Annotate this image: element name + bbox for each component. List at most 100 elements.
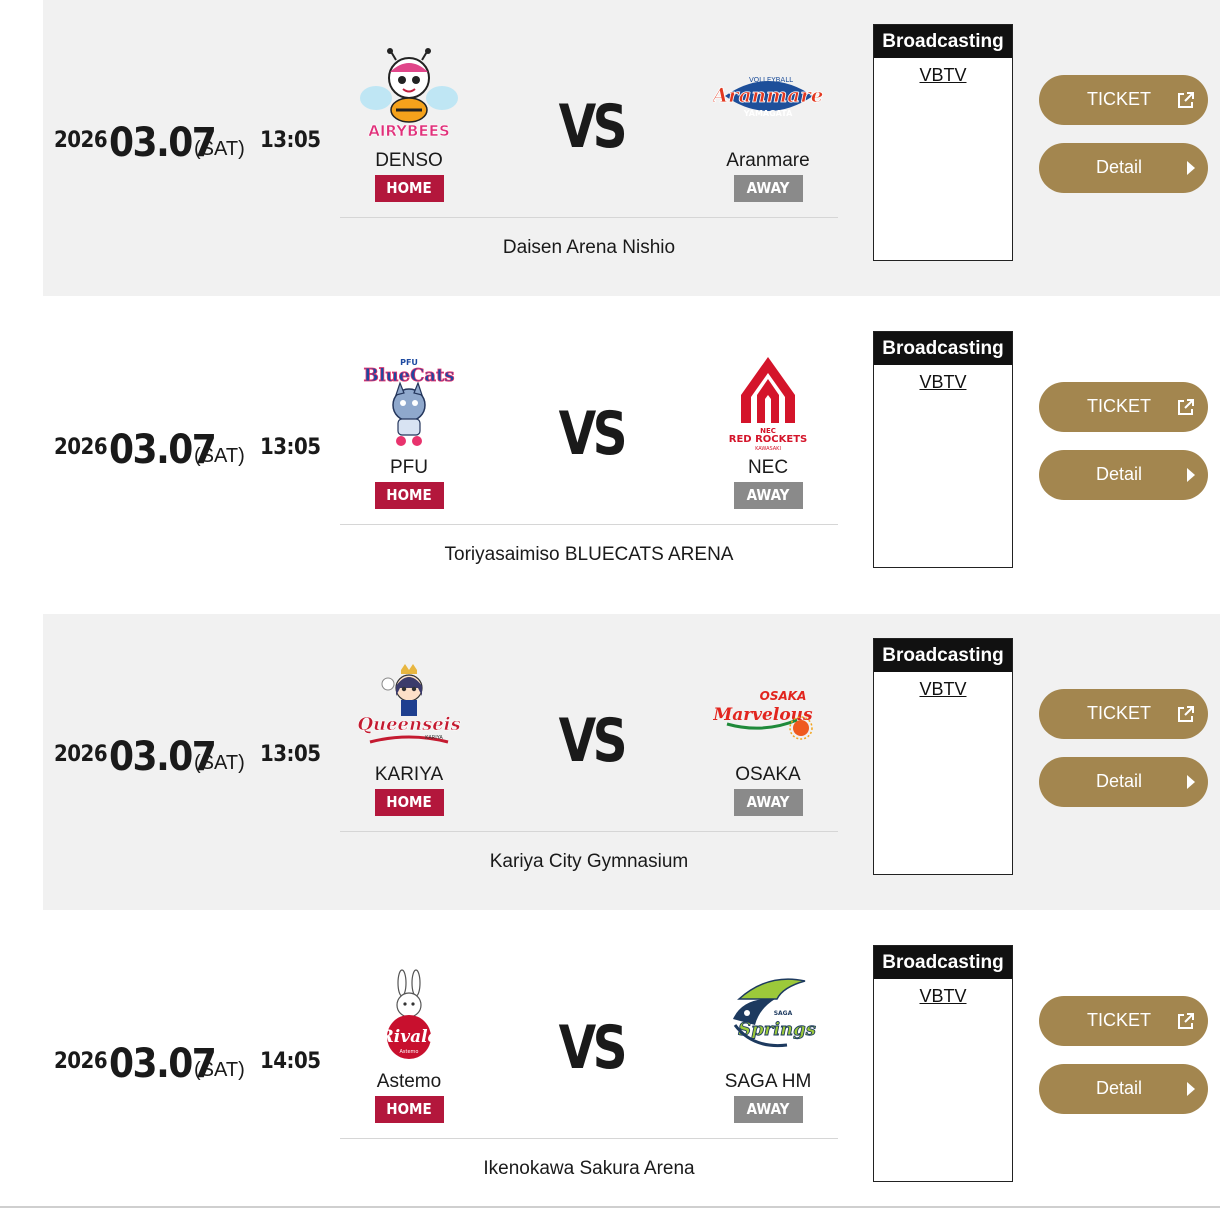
- ticket-button-label: TICKET: [1086, 396, 1151, 416]
- broadcast-heading: Broadcasting: [874, 332, 1012, 365]
- home-team-name: DENSO: [375, 150, 443, 171]
- match-time: 14:05: [260, 1049, 321, 1074]
- divider: [340, 217, 838, 218]
- detail-button-label: Detail: [1095, 1078, 1143, 1098]
- away-badge: AWAY: [733, 789, 803, 816]
- svg-text:Aranmare: Aranmare: [713, 83, 823, 107]
- away-team-name: Aranmare: [726, 150, 810, 171]
- svg-text:BlueCats: BlueCats: [363, 365, 454, 386]
- rivale-logo-icon: Rivale Astemo: [379, 969, 439, 1059]
- play-arrow-icon: [1187, 468, 1195, 482]
- vs-label: VS: [558, 706, 628, 776]
- detail-button[interactable]: Detail: [1039, 450, 1208, 500]
- broadcast-link-vbtv[interactable]: VBTV: [874, 986, 1012, 1007]
- broadcast-link-vbtv[interactable]: VBTV: [874, 679, 1012, 700]
- svg-text:SAGA: SAGA: [774, 1010, 793, 1017]
- match-time: 13:05: [260, 435, 321, 460]
- divider: [340, 1138, 838, 1139]
- svg-text:KARIYA: KARIYA: [425, 735, 443, 741]
- home-team-name: PFU: [390, 457, 428, 478]
- ticket-button[interactable]: TICKET: [1039, 689, 1208, 739]
- match-year: 2026: [54, 742, 108, 767]
- svg-text:RED ROCKETS: RED ROCKETS: [729, 434, 807, 445]
- home-team[interactable]: Queenseis KARIYA KARIYA HOME: [329, 662, 489, 816]
- red-rockets-logo-icon: NEC RED ROCKETS KAWASAKI: [729, 357, 807, 452]
- external-link-icon: [1178, 399, 1194, 415]
- match-year: 2026: [54, 1049, 108, 1074]
- home-badge: HOME: [374, 175, 444, 202]
- airybees-logo-icon: AIRYBEES: [360, 48, 458, 140]
- svg-text:Rivale: Rivale: [379, 1027, 439, 1047]
- away-team-name: OSAKA: [735, 764, 801, 785]
- match-card: 2026 03.07 (SAT) 13:05 Queenseis KARIYA …: [43, 614, 1220, 910]
- ticket-button[interactable]: TICKET: [1039, 382, 1208, 432]
- marvelous-logo-icon: OSAKA Marvelous: [713, 689, 813, 740]
- broadcast-heading: Broadcasting: [874, 639, 1012, 672]
- venue-name: Kariya City Gymnasium: [489, 851, 689, 872]
- ticket-button[interactable]: TICKET: [1039, 75, 1208, 125]
- home-team-name: KARIYA: [374, 764, 444, 785]
- home-badge: HOME: [374, 482, 444, 509]
- detail-button[interactable]: Detail: [1039, 1064, 1208, 1114]
- match-weekday: (SAT): [194, 1059, 245, 1081]
- match-weekday: (SAT): [194, 445, 245, 467]
- away-badge: AWAY: [733, 175, 803, 202]
- detail-button-label: Detail: [1095, 157, 1143, 177]
- away-team[interactable]: VOLLEYBALL Aranmare YAMAGATA Aranmare AW…: [688, 48, 848, 202]
- match-year: 2026: [54, 128, 108, 153]
- play-arrow-icon: [1187, 775, 1195, 789]
- home-team[interactable]: PFU BlueCats PFU HOME: [329, 355, 489, 509]
- away-badge: AWAY: [733, 482, 803, 509]
- detail-button[interactable]: Detail: [1039, 143, 1208, 193]
- ticket-button-label: TICKET: [1086, 1010, 1151, 1030]
- bluecats-logo-icon: PFU BlueCats: [363, 358, 455, 446]
- queenseis-logo-icon: Queenseis KARIYA: [357, 664, 461, 744]
- match-card: 2026 03.07 (SAT) 13:05 AIRYBEES DENSO HO…: [43, 0, 1220, 296]
- away-team[interactable]: OSAKA Marvelous OSAKA AWAY: [688, 662, 848, 816]
- detail-button-label: Detail: [1095, 771, 1143, 791]
- venue-name: Ikenokawa Sakura Arena: [483, 1158, 695, 1179]
- match-card: 2026 03.07 (SAT) 13:05 PFU BlueCats PFU …: [43, 307, 1220, 603]
- divider: [340, 524, 838, 525]
- detail-button-label: Detail: [1095, 464, 1143, 484]
- broadcast-box: Broadcasting VBTV: [873, 331, 1013, 568]
- play-arrow-icon: [1187, 161, 1195, 175]
- detail-button[interactable]: Detail: [1039, 757, 1208, 807]
- venue-name: Daisen Arena Nishio: [502, 237, 676, 258]
- broadcast-heading: Broadcasting: [874, 946, 1012, 979]
- match-weekday: (SAT): [194, 752, 245, 774]
- svg-text:Queenseis: Queenseis: [357, 714, 460, 735]
- broadcast-box: Broadcasting VBTV: [873, 638, 1013, 875]
- away-badge: AWAY: [733, 1096, 803, 1123]
- home-team[interactable]: Rivale Astemo Astemo HOME: [329, 969, 489, 1123]
- vs-label: VS: [558, 399, 628, 469]
- broadcast-box: Broadcasting VBTV: [873, 24, 1013, 261]
- springs-logo-icon: SAGA Springs: [733, 978, 816, 1048]
- home-team[interactable]: AIRYBEES DENSO HOME: [329, 48, 489, 202]
- home-team-name: Astemo: [376, 1071, 442, 1092]
- home-badge: HOME: [374, 1096, 444, 1123]
- away-team[interactable]: NEC RED ROCKETS KAWASAKI NEC AWAY: [688, 355, 848, 509]
- broadcast-link-vbtv[interactable]: VBTV: [874, 65, 1012, 86]
- broadcast-heading: Broadcasting: [874, 25, 1012, 58]
- ticket-button-label: TICKET: [1086, 703, 1151, 723]
- match-weekday: (SAT): [194, 138, 245, 160]
- away-team-name: NEC: [747, 457, 789, 478]
- away-team-name: SAGA HM: [724, 1071, 812, 1092]
- divider: [340, 831, 838, 832]
- away-team[interactable]: SAGA Springs SAGA HM AWAY: [688, 969, 848, 1123]
- external-link-icon: [1178, 1013, 1194, 1029]
- svg-text:Astemo: Astemo: [400, 1049, 419, 1055]
- match-time: 13:05: [260, 742, 321, 767]
- svg-text:KAWASAKI: KAWASAKI: [755, 446, 781, 452]
- play-arrow-icon: [1187, 1082, 1195, 1096]
- ticket-button[interactable]: TICKET: [1039, 996, 1208, 1046]
- broadcast-link-vbtv[interactable]: VBTV: [874, 372, 1012, 393]
- ticket-button-label: TICKET: [1086, 89, 1151, 109]
- home-badge: HOME: [374, 789, 444, 816]
- venue-name: Toriyasaimiso BLUECATS ARENA: [444, 544, 734, 565]
- vs-label: VS: [558, 1013, 628, 1083]
- vs-label: VS: [558, 92, 628, 162]
- svg-text:OSAKA: OSAKA: [760, 689, 807, 703]
- match-year: 2026: [54, 435, 108, 460]
